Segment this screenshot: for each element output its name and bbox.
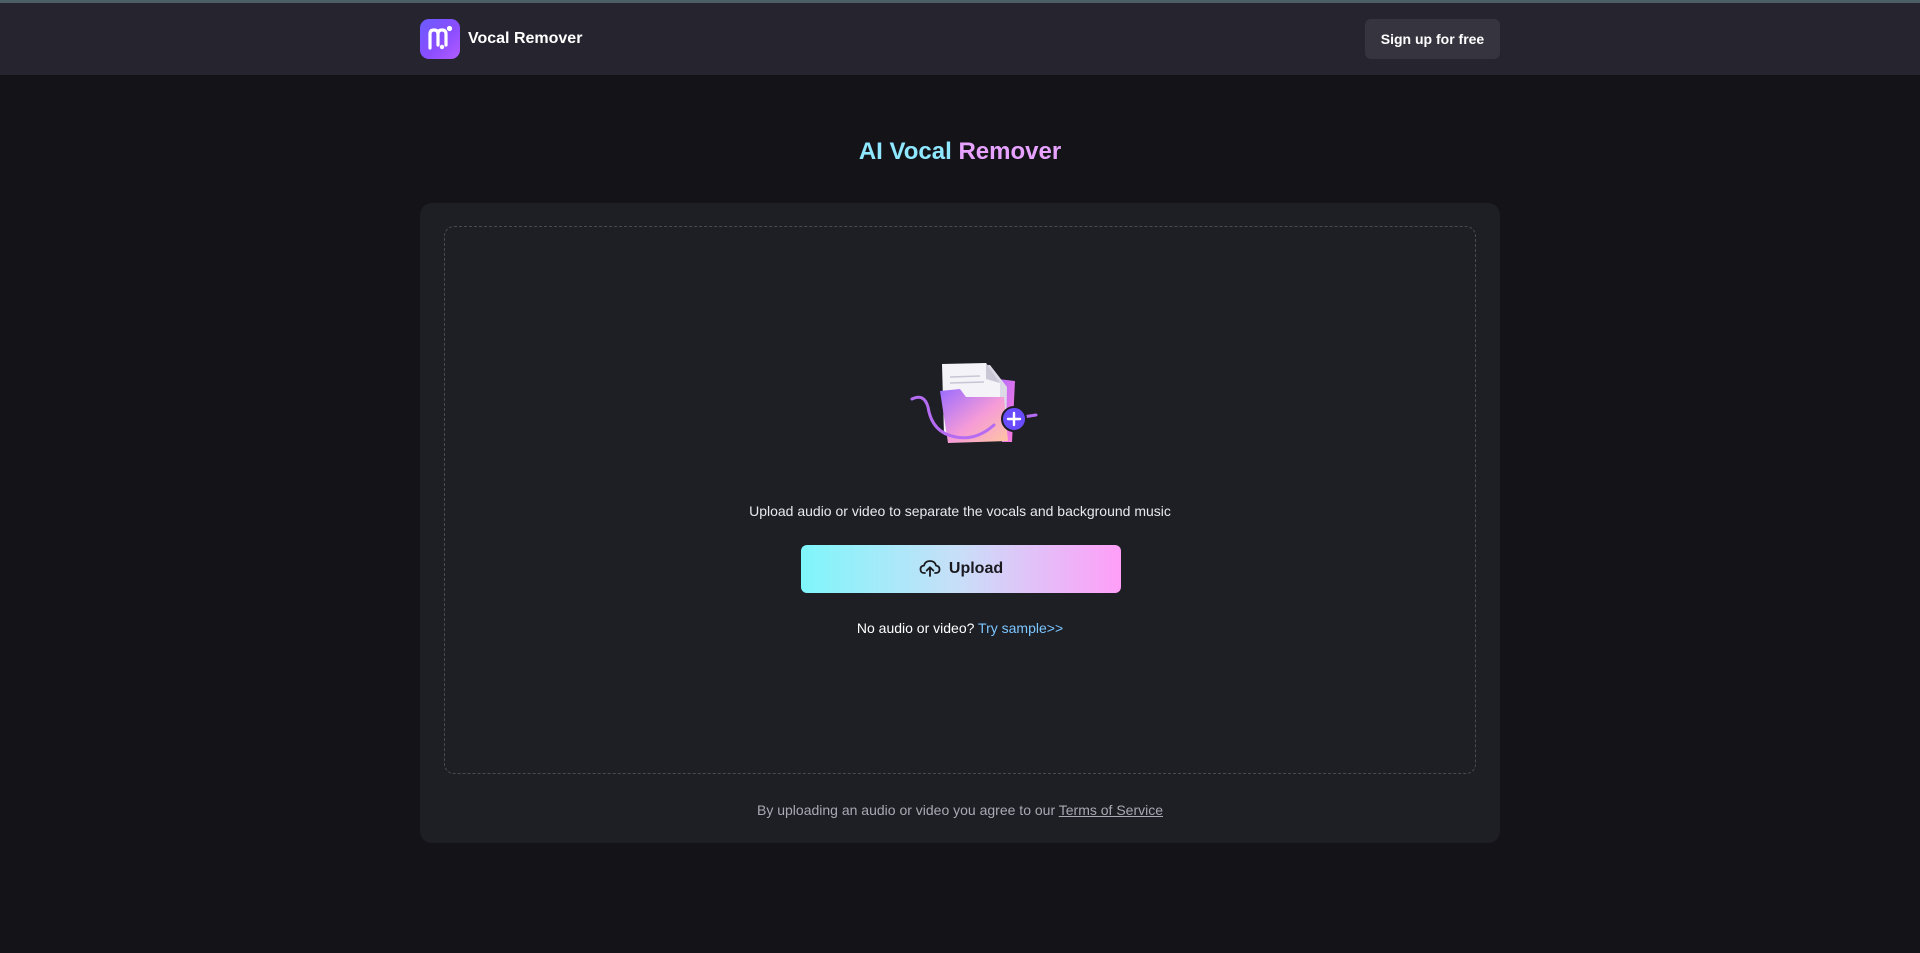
page-title-part-2: Remover (958, 138, 1062, 165)
terms-prefix: By uploading an audio or video you agree… (757, 802, 1056, 818)
upload-card: Upload audio or video to separate the vo… (420, 203, 1500, 843)
upload-button-label: Upload (948, 560, 1004, 577)
upload-dropzone[interactable]: Upload audio or video to separate the vo… (444, 226, 1476, 774)
no-audio-text: No audio or video? (856, 620, 975, 636)
sample-prompt: No audio or video? Try sample>> (445, 620, 1475, 636)
brand-name[interactable]: Vocal Remover (468, 30, 582, 48)
try-sample-link[interactable]: Try sample>> (978, 620, 1063, 636)
page-title: AI Vocal Remover (0, 138, 1920, 166)
cloud-upload-icon (919, 558, 941, 581)
sign-up-button[interactable]: Sign up for free (1365, 19, 1500, 59)
page-title-part-1: AI Vocal (858, 138, 952, 165)
top-header: Vocal Remover Sign up for free (0, 3, 1920, 75)
upload-description: Upload audio or video to separate the vo… (749, 503, 1171, 519)
terms-of-service-link[interactable]: Terms of Service (1059, 802, 1163, 818)
upload-button[interactable]: Upload (801, 545, 1121, 593)
folder-add-illustration (910, 357, 1060, 457)
terms-notice: By uploading an audio or video you agree… (420, 802, 1500, 818)
app-logo-icon[interactable] (420, 19, 460, 59)
